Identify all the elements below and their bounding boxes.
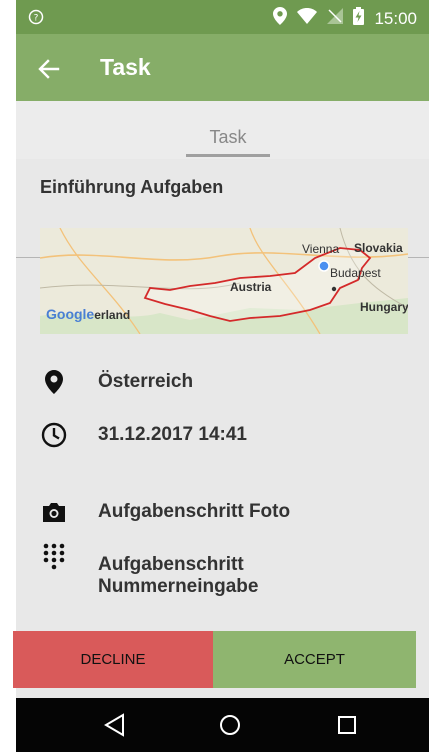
location-status-icon: [273, 7, 288, 30]
datetime-row: 31.12.2017 14:41: [40, 421, 247, 449]
battery-charging-icon: [353, 7, 365, 30]
map-label-swiss: erland: [94, 308, 131, 322]
navigation-bar: [16, 698, 429, 752]
map-label-austria: Austria: [230, 280, 272, 294]
step-number-row[interactable]: Aufgabenschritt Nummerneingabe: [40, 542, 258, 598]
accept-button[interactable]: ACCEPT: [213, 631, 416, 688]
camera-icon: [40, 498, 68, 526]
map-label-vienna: Vienna: [302, 242, 340, 256]
decline-button[interactable]: DECLINE: [13, 631, 213, 688]
status-icons: 15:00: [273, 7, 417, 30]
nav-home-icon[interactable]: [217, 712, 243, 738]
wifi-icon: [297, 8, 318, 29]
map-label-budapest: Budapest: [330, 266, 381, 280]
app-bar: Task: [16, 34, 429, 101]
back-arrow-icon[interactable]: [36, 56, 62, 82]
datetime-text: 31.12.2017 14:41: [98, 424, 247, 445]
app-bar-title: Task: [100, 54, 151, 80]
tab-indicator: [186, 154, 270, 157]
step-number-label: Aufgabenschritt Nummerneingabe: [98, 554, 259, 597]
svg-text:?: ?: [34, 14, 39, 24]
tab-task[interactable]: Task: [186, 127, 270, 148]
map-view[interactable]: Vienna Slovakia Budapest Hungary Austria…: [40, 228, 408, 334]
nav-recents-icon[interactable]: [334, 712, 360, 738]
tab-bar: Task: [16, 101, 429, 258]
task-title: Einführung Aufgaben: [40, 177, 224, 197]
step-photo-row[interactable]: Aufgabenschritt Foto: [40, 498, 290, 526]
app-screen: ? 15:00 Task Task Einführung Aufgaben Vi…: [13, 0, 429, 752]
nav-back-icon[interactable]: [102, 712, 128, 738]
step-photo-label: Aufgabenschritt Foto: [98, 501, 291, 522]
status-bar: ? 15:00: [16, 0, 429, 34]
help-icon: ?: [28, 9, 44, 30]
map-label-slovakia: Slovakia: [354, 241, 403, 255]
status-time: 15:00: [374, 8, 417, 28]
map-label-hungary: Hungary: [360, 300, 408, 314]
location-row: Österreich: [40, 368, 193, 396]
location-pin-icon: [40, 368, 68, 396]
map-label-switzerland: Googleerland: [46, 306, 130, 322]
clock-icon: [40, 421, 68, 449]
dialpad-icon: [40, 542, 68, 570]
google-logo: Google: [46, 306, 95, 322]
no-signal-icon: [327, 8, 344, 29]
location-text: Österreich: [98, 371, 194, 392]
